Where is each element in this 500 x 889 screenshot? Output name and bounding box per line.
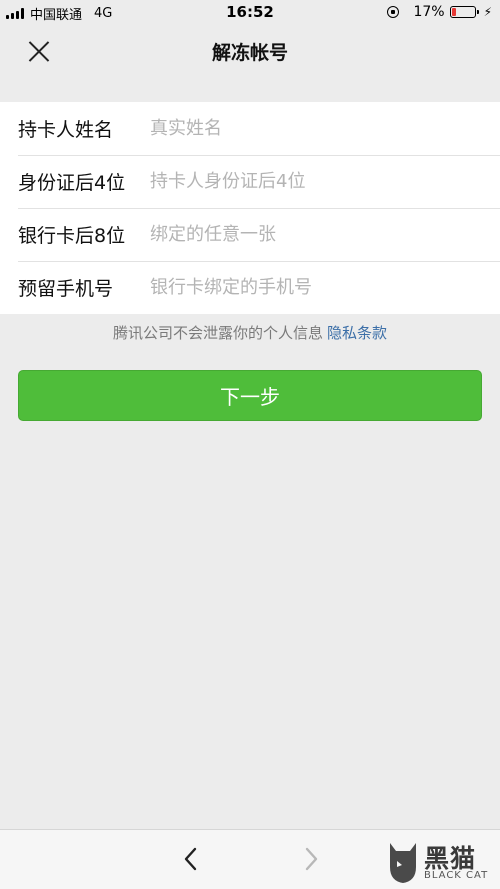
form-row-card-last8: 银行卡后8位 <box>0 208 500 261</box>
privacy-note: 腾讯公司不会泄露你的个人信息 隐私条款 <box>0 322 500 343</box>
card-last8-label: 银行卡后8位 <box>18 225 126 247</box>
id-last4-input[interactable] <box>150 171 480 192</box>
status-right: 17% ⚡ <box>387 4 492 20</box>
card-last8-input[interactable] <box>150 224 480 245</box>
privacy-text: 腾讯公司不会泄露你的个人信息 <box>112 324 323 342</box>
cardholder-name-input[interactable] <box>150 118 480 139</box>
battery-icon <box>449 6 479 18</box>
watermark-subtext: BLACK CAT <box>424 870 489 881</box>
nav-bar: 解冻帐号 <box>0 24 500 80</box>
next-step-button[interactable]: 下一步 <box>18 370 482 421</box>
form-row-id-last4: 身份证后4位 <box>0 155 500 208</box>
orientation-lock-icon <box>387 6 400 18</box>
privacy-policy-link[interactable]: 隐私条款 <box>327 324 387 342</box>
battery-percent: 17% <box>413 4 445 20</box>
blackcat-watermark: 黑猫 BLACK CAT <box>384 835 496 887</box>
battery-level <box>451 8 456 16</box>
status-bar: 中国联通 4G 16:52 17% ⚡ <box>0 0 500 24</box>
phone-input[interactable] <box>150 277 480 298</box>
page-title: 解冻帐号 <box>211 42 288 64</box>
chevron-right-icon[interactable] <box>300 846 322 872</box>
form-row-cardholder-name: 持卡人姓名 <box>0 102 500 155</box>
id-last4-label: 身份证后4位 <box>18 172 126 194</box>
charging-bolt-icon: ⚡ <box>483 5 492 19</box>
cardholder-name-label: 持卡人姓名 <box>18 119 114 141</box>
bottom-toolbar: 黑猫 BLACK CAT <box>0 829 500 889</box>
unfreeze-form: 持卡人姓名 身份证后4位 银行卡后8位 预留手机号 <box>0 102 500 314</box>
phone-label: 预留手机号 <box>18 278 114 300</box>
chevron-left-icon[interactable] <box>180 846 202 872</box>
form-row-phone: 预留手机号 <box>0 261 500 314</box>
cat-logo-icon <box>390 843 416 883</box>
